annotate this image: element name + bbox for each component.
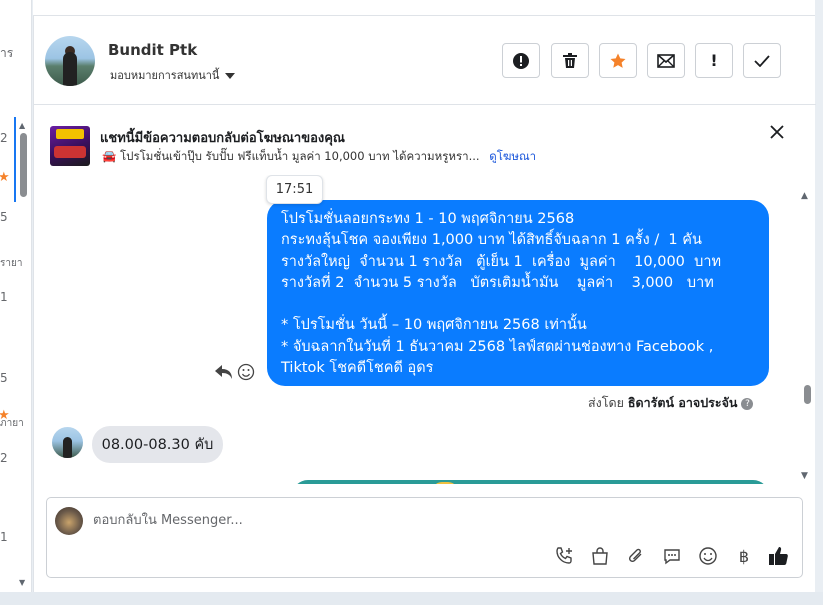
list-fragment: 1	[0, 530, 8, 544]
close-icon[interactable]	[768, 123, 786, 141]
avatar[interactable]	[52, 427, 83, 458]
view-ad-link[interactable]: ดูโฆษณา	[489, 149, 536, 163]
bottom-bar	[0, 592, 823, 605]
message-composer: ฿	[46, 497, 803, 578]
reply-icon[interactable]	[214, 363, 234, 381]
chat-bubble-icon[interactable]	[661, 545, 683, 567]
exclamation-circle-icon	[513, 52, 529, 69]
message-line: รางวัลที่ 2 จำนวน 5 รางวัล บัตรเติมน้ำมั…	[281, 274, 714, 291]
messages-scrollbar-thumb[interactable]	[804, 385, 811, 404]
list-fragment: าร	[0, 46, 14, 60]
follow-up-button[interactable]: !	[695, 43, 733, 78]
avatar[interactable]	[45, 36, 95, 86]
message-line: โปรโมชั่นลอยกระทง 1 - 10 พฤศจิกายน 2568	[281, 211, 575, 227]
scroll-down-arrow[interactable]: ▼	[801, 471, 808, 481]
list-fragment: 5	[0, 371, 8, 385]
list-scrollbar-thumb[interactable]	[20, 133, 27, 197]
check-icon	[754, 54, 770, 67]
done-button[interactable]	[743, 43, 781, 78]
help-icon[interactable]: ?	[741, 397, 754, 410]
ad-reply-banner: แชทนี้มีข้อความตอบกลับต่อโฆษณาของคุณ 🚘 โ…	[34, 105, 816, 175]
star-icon: ★	[0, 170, 10, 185]
top-divider	[33, 0, 815, 16]
exclamation-icon: !	[710, 51, 718, 70]
spam-button[interactable]	[502, 43, 540, 78]
message-line: รางวัลใหญ่ จำนวน 1 รางวัล ตู้เย็น 1 เครื…	[281, 253, 722, 270]
list-fragment: 1	[0, 290, 8, 304]
envelope-icon	[657, 53, 675, 68]
mark-unread-button[interactable]	[647, 43, 685, 78]
list-fragment: 5	[0, 210, 8, 224]
page-avatar	[55, 507, 83, 535]
ad-banner-title: แชทนี้มีข้อความตอบกลับต่อโฆษณาของคุณ	[100, 131, 345, 146]
contact-name[interactable]: Bundit Ptk	[108, 41, 197, 59]
caret-down-icon	[225, 73, 236, 79]
emoji-react-icon[interactable]	[237, 363, 255, 381]
sent-by-prefix: ส่งโดย	[588, 395, 624, 410]
message-line: กระทงลุ้นโชค จองเพียง 1,000 บาท ได้สิทธิ…	[281, 232, 702, 249]
timestamp-tooltip: 17:51	[266, 175, 323, 204]
star-icon	[610, 53, 626, 68]
emoji-icon[interactable]	[697, 545, 719, 567]
conversation-panel: Bundit Ptk มอบหมายการสนทนานี้ ! แชทนี้มี…	[33, 16, 816, 592]
image-message-preview[interactable]	[292, 480, 769, 484]
ad-description: 🚘 โปรโมชั่นเข้าปุ๊บ รับปั๊บ ฟรีแท็บน้ำ ม…	[102, 149, 480, 163]
list-fragment: รายา	[0, 258, 23, 269]
message-line	[281, 294, 755, 315]
thumbs-up-icon[interactable]	[768, 545, 790, 567]
message-line: * โปรโมชั่น วันนี้ – 10 พฤศจิกายน 2568 เ…	[281, 317, 587, 334]
paperclip-icon[interactable]	[625, 545, 647, 567]
trash-icon	[563, 53, 577, 68]
assign-conversation-dropdown[interactable]: มอบหมายการสนทนานี้	[110, 66, 236, 84]
outgoing-message[interactable]: โปรโมชั่นลอยกระทง 1 - 10 พฤศจิกายน 2568 …	[267, 200, 769, 386]
conversation-header: Bundit Ptk มอบหมายการสนทนานี้ !	[34, 16, 816, 105]
scroll-down-arrow[interactable]: ▼	[19, 578, 25, 587]
list-fragment: 2	[0, 131, 8, 145]
reply-input[interactable]	[93, 509, 733, 531]
list-fragment: ภายา	[0, 418, 24, 429]
sender-name: ธิดารัตน์ อาจประจัน	[627, 395, 738, 410]
delete-button[interactable]	[551, 43, 589, 78]
phone-add-icon[interactable]	[553, 545, 575, 567]
list-fragment: 2	[0, 451, 8, 465]
shopping-bag-icon[interactable]	[589, 545, 611, 567]
message-line: Tiktok โชคดีโชคดี อุดร	[281, 360, 434, 377]
message-thread: โปรโมชั่นลอยกระทง 1 - 10 พฤศจิกายน 2568 …	[34, 175, 816, 484]
assign-label: มอบหมายการสนทนานี้	[110, 69, 220, 82]
conversation-list-edge: าร 2 ★ 5 รายา 1 5 ★ ภายา 2 1 ▲ ▼	[0, 0, 32, 592]
message-line: * จับฉลากในวันที่ 1 ธันวาคม 2568 ไลฟ์สดผ…	[281, 338, 714, 355]
ad-banner-subtitle: 🚘 โปรโมชั่นเข้าปุ๊บ รับปั๊บ ฟรีแท็บน้ำ ม…	[102, 148, 536, 166]
baht-icon[interactable]: ฿	[733, 545, 755, 567]
scroll-up-arrow[interactable]: ▲	[801, 191, 808, 201]
ad-thumbnail[interactable]	[50, 126, 90, 166]
sent-by-label: ส่งโดย ธิดารัตน์ อาจประจัน?	[588, 393, 754, 413]
scroll-up-arrow[interactable]: ▲	[19, 121, 25, 130]
selected-indicator	[14, 117, 16, 202]
star-button[interactable]	[599, 43, 637, 78]
incoming-message[interactable]: 08.00-08.30 คับ	[92, 426, 223, 463]
